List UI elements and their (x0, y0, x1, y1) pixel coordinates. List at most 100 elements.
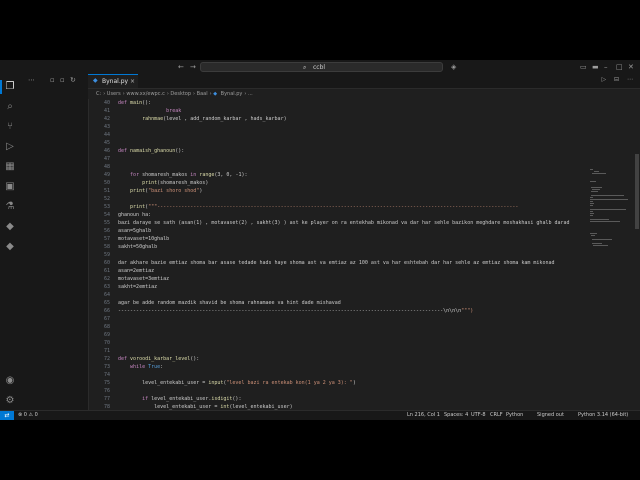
code-line[interactable]: 76 (88, 387, 588, 395)
panel-toggle-icon[interactable]: ▬ (592, 62, 599, 72)
code-text: agar be adde random mazdik shavid be sho… (118, 300, 341, 306)
code-line[interactable]: 40 def main(): (88, 99, 588, 107)
account-status[interactable]: Signed out (537, 411, 564, 420)
indentation[interactable]: Spaces: 4 (444, 411, 468, 420)
code-line[interactable]: 72 def voroodi_karbar_level(): (88, 355, 588, 363)
encoding[interactable]: UTF-8 (471, 411, 486, 420)
layout-toggle-icon[interactable]: ▭ (580, 62, 587, 72)
code-line[interactable]: 60 dar akhare bazie emtiaz shoma bar asas… (88, 259, 588, 267)
code-line[interactable]: 74 (88, 371, 588, 379)
code-line[interactable]: 67 (88, 315, 588, 323)
python-interpreter[interactable]: Python 3.14 (64-bit) (578, 411, 628, 420)
code-line[interactable]: 62 motavaset=3emtiaz (88, 275, 588, 283)
code-line[interactable]: 57 motavaset=10ghalb (88, 235, 588, 243)
code-line[interactable]: 50 print(shomaresh_makos) (88, 179, 588, 187)
code-line[interactable]: 61 asan=2emtiaz (88, 267, 588, 275)
problems-count[interactable]: ⊗ 0 ⚠ 0 (18, 411, 38, 420)
new-file-icon[interactable]: ▫ (50, 76, 55, 84)
refresh-icon[interactable]: ↻ (70, 76, 76, 84)
code-line[interactable]: 46 def namaish_ghanoun(): (88, 147, 588, 155)
search-view-icon[interactable]: ⌕ (3, 100, 17, 114)
code-line[interactable]: 54 ghanoun ha: (88, 211, 588, 219)
account-icon[interactable]: ◉ (3, 374, 17, 388)
code-line[interactable]: 59 (88, 251, 588, 259)
language-mode[interactable]: Python (506, 411, 523, 420)
code-line[interactable]: 78 level_entekabi_user = int(level_entek… (88, 403, 588, 410)
code-line[interactable]: 52 (88, 195, 588, 203)
breadcrumb-item[interactable]: Desktop (170, 91, 191, 97)
minimap-line (590, 215, 593, 216)
code-line[interactable]: 48 (88, 163, 588, 171)
breadcrumb-item[interactable]: Baal (197, 91, 208, 97)
code-line[interactable]: 53 print("""----------------------------… (88, 203, 588, 211)
run-debug-icon[interactable]: ▷ (3, 140, 17, 154)
tab-bynal-py[interactable]: ◆ Bynal.py × (88, 74, 138, 88)
code-line[interactable]: 77 if level_entekabi_user.isdigit(): (88, 395, 588, 403)
code-line[interactable]: 58 sakht=50ghalb (88, 243, 588, 251)
copilot-icon[interactable]: ◈ (451, 62, 456, 72)
code-line[interactable]: 65 agar be adde random mazdik shavid be s… (88, 299, 588, 307)
code-line[interactable]: 64 (88, 291, 588, 299)
new-folder-icon[interactable]: ▫ (60, 76, 65, 84)
close-tab-icon[interactable]: × (130, 77, 135, 86)
breadcrumb-item[interactable]: Users (107, 91, 121, 97)
remote-indicator-icon[interactable]: ⇄ (0, 411, 14, 420)
forward-arrow-icon[interactable]: → (190, 62, 196, 72)
breadcrumb-item[interactable]: Bynal.py (221, 91, 243, 97)
more-actions-icon[interactable]: ⋯ (28, 76, 35, 84)
line-number: 74 (103, 372, 110, 378)
minimize-icon[interactable]: – (604, 62, 608, 72)
tab-label: Bynal.py (102, 78, 129, 85)
line-number: 40 (103, 100, 110, 106)
breadcrumb-item[interactable]: ... (248, 91, 253, 97)
code-text: rahnmae(level , add_random_karbar , hads… (142, 116, 287, 122)
code-line[interactable]: 68 (88, 323, 588, 331)
line-number: 53 (103, 204, 110, 210)
vertical-scrollbar[interactable] (634, 99, 640, 410)
settings-gear-icon[interactable]: ⚙ (3, 394, 17, 408)
command-center-search[interactable]: ⌕ ccbl (200, 62, 443, 72)
editor-actions[interactable]: ▷ ⊟ ⋯ (602, 76, 636, 83)
explorer-icon[interactable]: ❐ (0, 80, 17, 94)
code-line[interactable]: 41 break (88, 107, 588, 115)
code-line[interactable]: 49 for shomaresh_makos in range(3, 0, -1… (88, 171, 588, 179)
code-line[interactable]: 55 bazi daraye se sath (asan(1) , motavas… (88, 219, 588, 227)
code-line[interactable]: 47 (88, 155, 588, 163)
code-text: sakht=50ghalb (118, 244, 158, 250)
code-line[interactable]: 45 (88, 139, 588, 147)
maximize-icon[interactable]: □ (616, 62, 623, 72)
line-ending[interactable]: CRLF (490, 411, 503, 420)
code-line[interactable]: 70 (88, 339, 588, 347)
testing-icon[interactable]: ⚗ (3, 200, 17, 214)
code-line[interactable]: 66 --------------------------------------… (88, 307, 588, 315)
scrollbar-thumb[interactable] (635, 154, 639, 229)
extensions-icon[interactable]: ▦ (3, 160, 17, 174)
code-editor[interactable]: 40 def main(): 41 break 42 rahnmae(level , … (88, 99, 588, 410)
code-line[interactable]: 71 (88, 347, 588, 355)
code-line[interactable]: 69 (88, 331, 588, 339)
minimap-line (590, 233, 597, 234)
python-env-icon[interactable]: ◆ (3, 240, 17, 254)
minimap-line (590, 181, 596, 182)
line-number: 69 (103, 332, 110, 338)
back-arrow-icon[interactable]: ← (178, 62, 184, 72)
source-control-icon[interactable]: ⑂ (3, 120, 17, 134)
code-line[interactable]: 42 rahnmae(level , add_random_karbar , h… (88, 115, 588, 123)
code-line[interactable]: 73 while True: (88, 363, 588, 371)
remote-explorer-icon[interactable]: ▣ (3, 180, 17, 194)
code-line[interactable]: 44 (88, 131, 588, 139)
code-line[interactable]: 43 (88, 123, 588, 131)
code-line[interactable]: 75 level_entekabi_user = input("level ba… (88, 379, 588, 387)
status-bar: ⇄ ⊗ 0 ⚠ 0 Ln 216, Col 1 Spaces: 4 UTF-8 … (0, 410, 640, 420)
line-number: 61 (103, 268, 110, 274)
close-window-icon[interactable]: ✕ (628, 62, 634, 72)
python-icon[interactable]: ◆ (3, 220, 17, 234)
breadcrumb-item[interactable]: www.xx/ewpc.c (126, 91, 164, 97)
code-line[interactable]: 51 print("bazi shoro shod") (88, 187, 588, 195)
minimap[interactable] (590, 99, 634, 410)
editor-tabs: ◆ Bynal.py × ▷ ⊟ ⋯ (88, 74, 640, 89)
breadcrumb-item[interactable]: C: (96, 91, 101, 97)
code-line[interactable]: 63 sakht=2emtiaz (88, 283, 588, 291)
code-line[interactable]: 56 asan=5ghalb (88, 227, 588, 235)
cursor-position[interactable]: Ln 216, Col 1 (407, 411, 440, 420)
